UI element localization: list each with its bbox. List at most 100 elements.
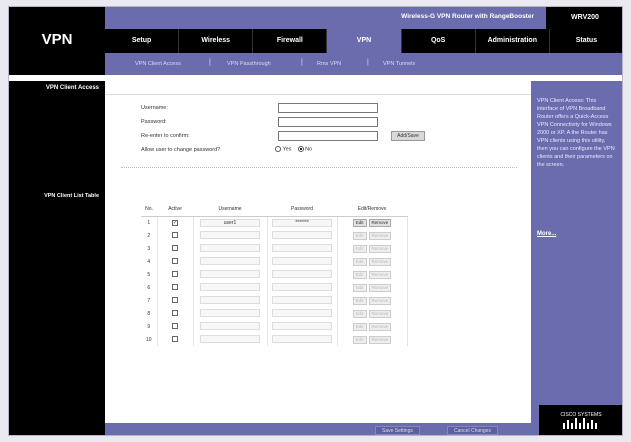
- edit-button[interactable]: Edit: [352, 244, 367, 253]
- cancel-changes-button[interactable]: Cancel Changes: [447, 426, 498, 435]
- edit-button[interactable]: Edit: [352, 218, 367, 227]
- tab-status[interactable]: Status: [550, 29, 622, 53]
- subtab-separator: |: [209, 59, 211, 66]
- password-value: [272, 230, 332, 239]
- active-checkbox[interactable]: [172, 231, 178, 238]
- subtab-separator: |: [367, 59, 369, 66]
- tab-wireless[interactable]: Wireless: [179, 29, 254, 53]
- username-cell: [193, 229, 268, 242]
- row-number: 8: [141, 307, 158, 320]
- remove-button[interactable]: Remove: [368, 309, 392, 318]
- active-checkbox-cell: [157, 281, 194, 294]
- active-checkbox-cell: [157, 333, 194, 346]
- edit-button[interactable]: Edit: [352, 257, 367, 266]
- tab-firewall[interactable]: Firewall: [253, 29, 328, 53]
- row-number: 7: [141, 294, 158, 307]
- active-checkbox[interactable]: [172, 283, 178, 290]
- remove-button[interactable]: Remove: [368, 283, 392, 292]
- edit-button[interactable]: Edit: [352, 309, 367, 318]
- username-cell: user1: [193, 216, 268, 229]
- remove-button[interactable]: Remove: [368, 257, 392, 266]
- no-label: No: [305, 146, 313, 153]
- edit-remove-cell: Edit Remove: [337, 229, 408, 242]
- remove-button[interactable]: Remove: [368, 231, 392, 240]
- col-edit-remove: Edit/Remove: [337, 202, 407, 217]
- active-checkbox[interactable]: [172, 244, 178, 251]
- edit-remove-cell: Edit Remove: [337, 307, 408, 320]
- active-checkbox-cell: [157, 320, 194, 333]
- active-checkbox-cell: [157, 294, 194, 307]
- active-checkbox[interactable]: [172, 335, 178, 342]
- row-number: 9: [141, 320, 158, 333]
- username-value: [200, 308, 260, 317]
- remove-button[interactable]: Remove: [368, 322, 392, 331]
- password-value: [272, 334, 332, 343]
- subtab-vpn-tunnels[interactable]: VPN Tunnels: [383, 61, 415, 67]
- username-value: [200, 282, 260, 291]
- active-checkbox-cell: ✓: [157, 216, 194, 229]
- add-save-button[interactable]: Add/Save: [391, 131, 425, 141]
- row-number: 5: [141, 268, 158, 281]
- subtab-vpn-passthrough[interactable]: VPN Passthrough: [227, 61, 271, 67]
- subtab-vpn-client-access[interactable]: VPN Client Access: [135, 61, 181, 67]
- active-checkbox-cell: [157, 307, 194, 320]
- password-field[interactable]: [278, 117, 378, 127]
- more-link[interactable]: More...: [537, 231, 556, 237]
- remove-button[interactable]: Remove: [368, 335, 392, 344]
- save-settings-button[interactable]: Save Settings: [375, 426, 420, 435]
- reenter-password-field[interactable]: [278, 131, 378, 141]
- left-column: VPN Client Access VPN Client List Table: [9, 81, 105, 435]
- active-checkbox[interactable]: [172, 270, 178, 277]
- edit-button[interactable]: Edit: [352, 231, 367, 240]
- remove-button[interactable]: Remove: [368, 244, 392, 253]
- password-value: [272, 308, 332, 317]
- row-number: 3: [141, 242, 158, 255]
- username-value: [200, 269, 260, 278]
- allow-change-options: Yes No: [275, 146, 312, 152]
- password-cell: *******: [267, 216, 338, 229]
- edit-button[interactable]: Edit: [352, 283, 367, 292]
- subtab-rms-vpn[interactable]: Rms VPN: [317, 61, 341, 67]
- password-value: [272, 282, 332, 291]
- active-checkbox[interactable]: ✓: [172, 219, 178, 226]
- yes-label: Yes: [282, 146, 292, 153]
- allow-no-radio[interactable]: [297, 146, 304, 152]
- tab-administration[interactable]: Administration: [476, 29, 550, 53]
- row-number: 4: [141, 255, 158, 268]
- password-value: [272, 269, 332, 278]
- username-cell: [193, 307, 268, 320]
- edit-button[interactable]: Edit: [352, 296, 367, 305]
- section-title-client-access: VPN Client Access: [9, 81, 105, 95]
- username-label: Username:: [141, 105, 168, 111]
- edit-button[interactable]: Edit: [352, 335, 367, 344]
- footer-bar: Save Settings Cancel Changes: [105, 423, 531, 435]
- remove-button[interactable]: Remove: [368, 270, 392, 279]
- active-checkbox[interactable]: [172, 322, 178, 329]
- username-field[interactable]: [278, 103, 378, 113]
- table-row: 5 Edit Remove: [141, 268, 408, 281]
- password-cell: [267, 320, 338, 333]
- edit-button[interactable]: Edit: [352, 322, 367, 331]
- username-cell: [193, 333, 268, 346]
- col-password: Password: [267, 202, 337, 217]
- tab-vpn[interactable]: VPN: [327, 29, 402, 53]
- edit-button[interactable]: Edit: [352, 270, 367, 279]
- active-checkbox[interactable]: [172, 309, 178, 316]
- username-value: [200, 243, 260, 252]
- col-username: Username: [193, 202, 267, 217]
- password-cell: [267, 255, 338, 268]
- active-checkbox[interactable]: [172, 257, 178, 264]
- remove-button[interactable]: Remove: [368, 218, 392, 227]
- edit-remove-cell: Edit Remove: [337, 242, 408, 255]
- active-checkbox[interactable]: [172, 296, 178, 303]
- active-checkbox-cell: [157, 242, 194, 255]
- remove-button[interactable]: Remove: [368, 296, 392, 305]
- row-number: 10: [141, 333, 158, 346]
- table-row: 4 Edit Remove: [141, 255, 408, 268]
- allow-yes-radio[interactable]: [275, 146, 281, 152]
- main-tabs: Setup Wireless Firewall VPN QoS Administratio…: [105, 29, 622, 53]
- tab-setup[interactable]: Setup: [105, 29, 180, 53]
- table-header-row: No. Active Username Password Edit/Remove: [141, 202, 407, 217]
- tab-qos[interactable]: QoS: [402, 29, 476, 53]
- edit-remove-cell: Edit Remove: [337, 216, 408, 229]
